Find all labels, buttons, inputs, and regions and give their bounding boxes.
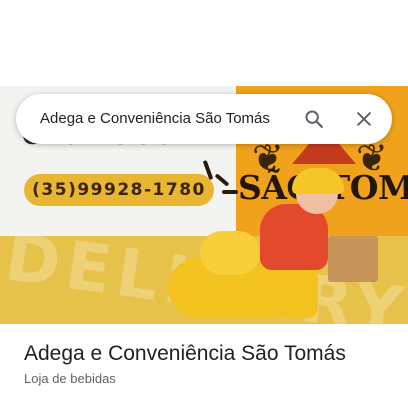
- search-icon-glyph: [305, 110, 323, 128]
- close-icon-glyph: [357, 112, 371, 126]
- close-icon[interactable]: [350, 105, 378, 133]
- place-category: Loja de bebidas: [24, 371, 116, 386]
- spark-line: [214, 173, 230, 187]
- hero-phone-pill: (35)99928-1780: [24, 174, 214, 206]
- search-input[interactable]: Adega e Conveniência São Tomás: [40, 94, 270, 144]
- scooter-front-illustration: [200, 231, 260, 275]
- search-bar[interactable]: Adega e Conveniência São Tomás: [16, 94, 392, 144]
- delivery-box-illustration: [328, 236, 378, 282]
- place-title[interactable]: Adega e Conveniência São Tomás: [24, 342, 346, 366]
- spark-line: [222, 190, 238, 194]
- rider-helmet-illustration: [292, 168, 344, 194]
- search-icon[interactable]: [300, 105, 328, 133]
